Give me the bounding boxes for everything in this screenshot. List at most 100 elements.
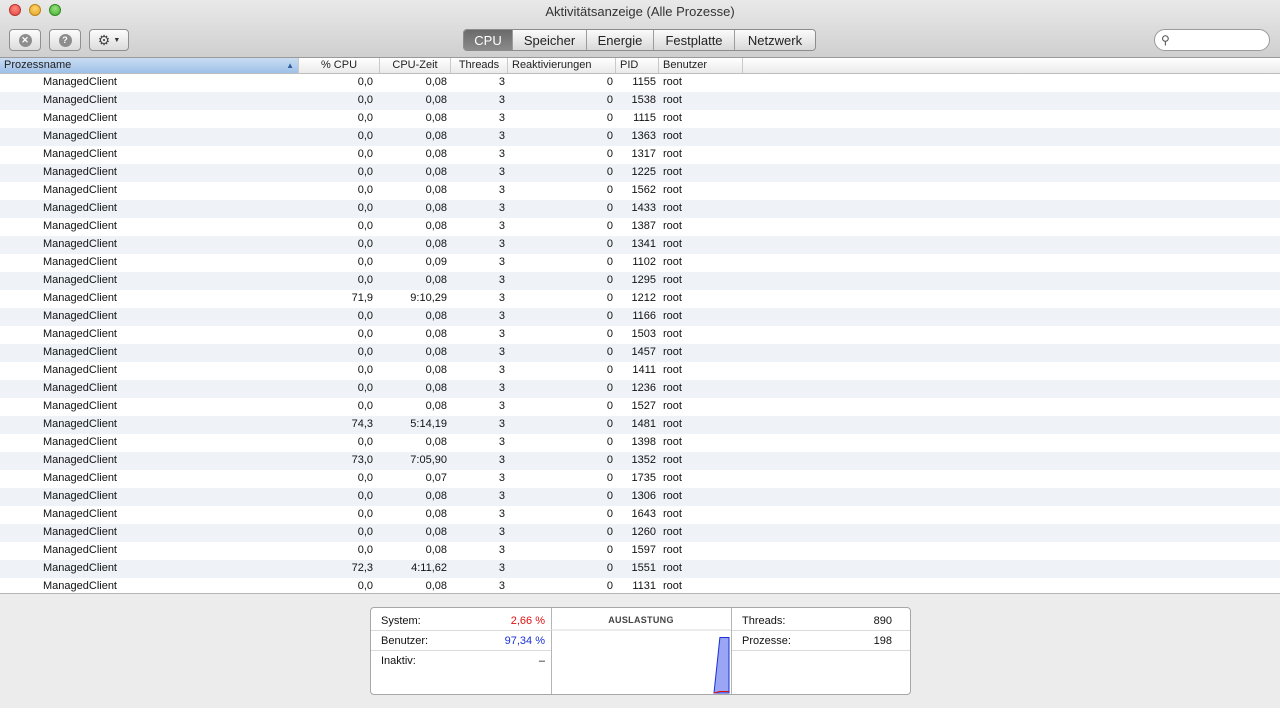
table-row[interactable]: ManagedClient 0,0 0,08 3 0 1225 root <box>0 164 1280 182</box>
cell-cpu-percent: 0,0 <box>357 238 373 250</box>
cell-user: root <box>663 472 682 484</box>
column-header-wakeups[interactable]: Reaktivierungen <box>508 58 616 73</box>
cell-pid: 1643 <box>631 508 656 520</box>
table-row[interactable]: ManagedClient 0,0 0,08 3 0 1115 root <box>0 110 1280 128</box>
table-row[interactable]: ManagedClient 0,0 0,08 3 0 1503 root <box>0 326 1280 344</box>
cell-user: root <box>663 256 682 268</box>
table-row[interactable]: ManagedClient 0,0 0,08 3 0 1295 root <box>0 272 1280 290</box>
table-row[interactable]: ManagedClient 0,0 0,08 3 0 1597 root <box>0 542 1280 560</box>
cell-wakeups: 0 <box>606 256 613 268</box>
table-row[interactable]: ManagedClient 0,0 0,08 3 0 1341 root <box>0 236 1280 254</box>
cell-cpu-time: 0,08 <box>425 436 447 448</box>
cell-cpu-time: 0,08 <box>425 400 447 412</box>
table-row[interactable]: ManagedClient 0,0 0,09 3 0 1102 root <box>0 254 1280 272</box>
view-tab-bar: CPU Speicher Energie Festplatte Netzwerk <box>463 29 816 51</box>
load-chart-svg <box>551 629 731 694</box>
cell-threads: 3 <box>498 310 505 322</box>
column-header-cpu-percent[interactable]: % CPU <box>299 58 380 73</box>
cell-wakeups: 0 <box>606 454 613 466</box>
cell-cpu-percent: 0,0 <box>357 202 373 214</box>
cell-user: root <box>663 364 682 376</box>
cell-user: root <box>663 454 682 466</box>
cell-threads: 3 <box>498 508 505 520</box>
cell-pid: 1352 <box>631 454 656 466</box>
cell-user: root <box>663 580 682 592</box>
cell-cpu-time: 7:05,90 <box>410 454 447 466</box>
cell-process-name: ManagedClient <box>43 148 117 160</box>
table-row[interactable]: ManagedClient 0,0 0,08 3 0 1562 root <box>0 182 1280 200</box>
table-row[interactable]: ManagedClient 0,0 0,08 3 0 1166 root <box>0 308 1280 326</box>
cell-threads: 3 <box>498 328 505 340</box>
cell-cpu-percent: 0,0 <box>357 166 373 178</box>
cell-user: root <box>663 382 682 394</box>
table-row[interactable]: ManagedClient 0,0 0,08 3 0 1306 root <box>0 488 1280 506</box>
table-row[interactable]: ManagedClient 0,0 0,08 3 0 1131 root <box>0 578 1280 593</box>
cell-pid: 1398 <box>631 436 656 448</box>
quit-process-button[interactable]: ✕ <box>9 29 41 51</box>
cell-wakeups: 0 <box>606 112 613 124</box>
table-row[interactable]: ManagedClient 0,0 0,08 3 0 1411 root <box>0 362 1280 380</box>
tab-festplatte[interactable]: Festplatte <box>653 30 734 50</box>
user-load-area <box>713 637 730 694</box>
tab-netzwerk[interactable]: Netzwerk <box>734 30 815 50</box>
cell-wakeups: 0 <box>606 220 613 232</box>
column-header-label: Threads <box>458 59 500 71</box>
cell-user: root <box>663 436 682 448</box>
table-row[interactable]: ManagedClient 0,0 0,08 3 0 1398 root <box>0 434 1280 452</box>
column-header-threads[interactable]: Threads <box>451 58 508 73</box>
cell-wakeups: 0 <box>606 148 613 160</box>
table-row[interactable]: ManagedClient 0,0 0,08 3 0 1317 root <box>0 146 1280 164</box>
table-row[interactable]: ManagedClient 0,0 0,08 3 0 1527 root <box>0 398 1280 416</box>
column-header-pid[interactable]: PID <box>616 58 659 73</box>
cell-threads: 3 <box>498 490 505 502</box>
threads-value: 890 <box>873 615 892 627</box>
tab-speicher[interactable]: Speicher <box>512 30 586 50</box>
table-row[interactable]: ManagedClient 0,0 0,08 3 0 1363 root <box>0 128 1280 146</box>
cell-cpu-time: 4:11,62 <box>411 562 447 574</box>
cell-cpu-time: 0,08 <box>425 148 447 160</box>
cell-threads: 3 <box>498 256 505 268</box>
table-row[interactable]: ManagedClient 0,0 0,08 3 0 1433 root <box>0 200 1280 218</box>
inspect-process-button[interactable]: ? <box>49 29 81 51</box>
table-row[interactable]: ManagedClient 0,0 0,08 3 0 1457 root <box>0 344 1280 362</box>
table-header: Prozessname ▲ % CPU CPU-Zeit Threads Reaktivi… <box>0 58 1280 74</box>
table-row[interactable]: ManagedClient 0,0 0,08 3 0 1155 root <box>0 74 1280 92</box>
action-menu-button[interactable]: ⚙ ▼ <box>89 29 129 51</box>
cell-wakeups: 0 <box>606 274 613 286</box>
cell-process-name: ManagedClient <box>43 472 117 484</box>
cell-user: root <box>663 130 682 142</box>
cell-wakeups: 0 <box>606 472 613 484</box>
column-header-user[interactable]: Benutzer <box>659 58 743 73</box>
table-row[interactable]: ManagedClient 0,0 0,07 3 0 1735 root <box>0 470 1280 488</box>
cell-cpu-time: 0,08 <box>425 76 447 88</box>
tab-cpu[interactable]: CPU <box>464 30 512 50</box>
table-row[interactable]: ManagedClient 73,0 7:05,90 3 0 1352 root <box>0 452 1280 470</box>
cpu-load-chart: AUSLASTUNG <box>551 608 731 694</box>
table-row[interactable]: ManagedClient 0,0 0,08 3 0 1538 root <box>0 92 1280 110</box>
threads-row: Threads: 890 <box>732 611 910 631</box>
cell-cpu-time: 0,08 <box>425 580 447 592</box>
cell-cpu-time: 0,08 <box>425 490 447 502</box>
table-row[interactable]: ManagedClient 0,0 0,08 3 0 1236 root <box>0 380 1280 398</box>
cpu-usage-stats: System: 2,66 % Benutzer: 97,34 % Inaktiv… <box>371 608 552 694</box>
table-row[interactable]: ManagedClient 74,3 5:14,19 3 0 1481 root <box>0 416 1280 434</box>
process-table: Prozessname ▲ % CPU CPU-Zeit Threads Reaktivi… <box>0 58 1280 594</box>
cell-cpu-time: 0,08 <box>425 202 447 214</box>
cell-wakeups: 0 <box>606 130 613 142</box>
table-row[interactable]: ManagedClient 72,3 4:11,62 3 0 1551 root <box>0 560 1280 578</box>
column-header-process-name[interactable]: Prozessname ▲ <box>0 58 299 73</box>
cell-pid: 1433 <box>631 202 656 214</box>
cell-threads: 3 <box>498 400 505 412</box>
table-row[interactable]: ManagedClient 0,0 0,08 3 0 1387 root <box>0 218 1280 236</box>
cell-cpu-percent: 0,0 <box>357 112 373 124</box>
tab-energie[interactable]: Energie <box>586 30 653 50</box>
cell-user: root <box>663 148 682 160</box>
table-row[interactable]: ManagedClient 0,0 0,08 3 0 1643 root <box>0 506 1280 524</box>
sort-ascending-icon: ▲ <box>286 61 294 70</box>
cell-pid: 1236 <box>631 382 656 394</box>
search-field[interactable]: ⚲ <box>1154 29 1270 51</box>
column-header-cpu-time[interactable]: CPU-Zeit <box>380 58 451 73</box>
column-header-label: Prozessname <box>4 59 72 71</box>
table-row[interactable]: ManagedClient 0,0 0,08 3 0 1260 root <box>0 524 1280 542</box>
table-row[interactable]: ManagedClient 71,9 9:10,29 3 0 1212 root <box>0 290 1280 308</box>
